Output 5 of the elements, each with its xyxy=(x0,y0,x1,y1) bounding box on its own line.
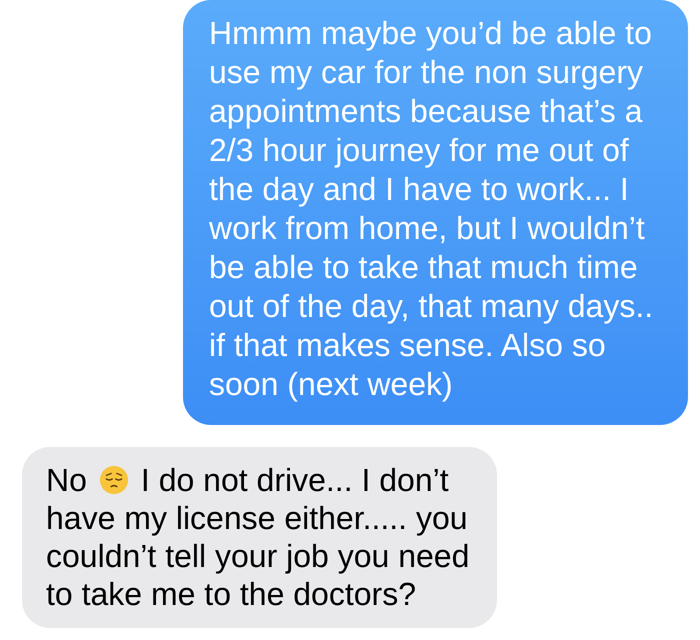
message-text: I do not drive... I don’t xyxy=(140,461,449,499)
message-text: have my license either..... you couldn’t tell your job you need to take me to the doctors? xyxy=(46,499,470,613)
pensive-emoji-icon xyxy=(98,465,129,495)
sent-message-bubble: Hmmm maybe you’d be able to use my car for the non surgery appointments because that’s a 2/3 hour journey for me out of the day and I have to work... I work from home, but I wouldn’t be able to take that much time out of the day, that many days.. if that makes sense. Also so soon (next week) xyxy=(183,0,688,425)
message-text: No xyxy=(46,461,87,499)
